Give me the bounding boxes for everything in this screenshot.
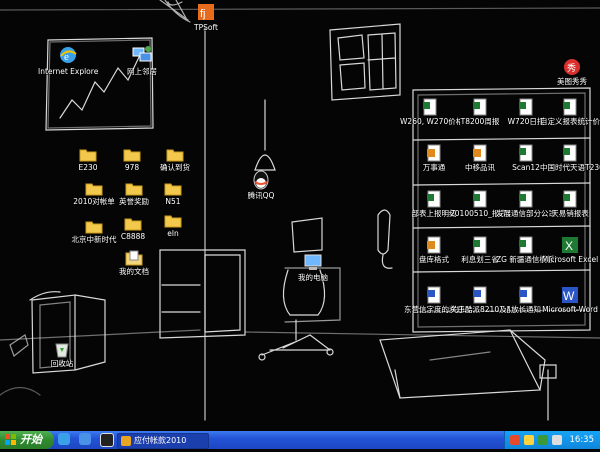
start-label: 开始 <box>20 433 42 446</box>
folder-icon <box>125 183 143 196</box>
icon-label: 确认到货 <box>160 163 190 172</box>
windows-flag-icon <box>5 434 16 445</box>
excel-icon <box>519 236 533 254</box>
icon-label: 我的文档 <box>119 267 149 276</box>
excel-icon <box>519 144 533 162</box>
desktop-icon-folder[interactable]: eln <box>143 214 203 238</box>
tray-app-icon[interactable] <box>524 435 534 445</box>
excel-icon <box>473 98 487 116</box>
folder-icon <box>85 221 103 234</box>
system-tray: 16:35 <box>504 431 600 449</box>
excel-icon <box>519 190 533 208</box>
desktop-icon-excel-app[interactable]: X Microsoft Excel <box>540 236 600 264</box>
desktop: e Internet Explorer 网上邻居 fj TPSoft 秀 美图秀… <box>0 0 600 431</box>
icon-label: 美图秀秀 <box>557 77 587 86</box>
clock: 16:35 <box>569 435 595 445</box>
icon-label: 腾讯QQ <box>247 191 275 200</box>
folder-icon <box>85 183 103 196</box>
icon-label: 网上邻居 <box>127 67 157 76</box>
desktop-icon-meitu[interactable]: 秀 美图秀秀 <box>542 58 600 86</box>
taskbar: 开始 应付帐款2010 16:35 <box>0 431 600 449</box>
svg-text:W: W <box>563 289 575 303</box>
sheet-orange-icon <box>473 144 487 162</box>
excel-icon <box>563 190 577 208</box>
icon-label: Microsoft Excel <box>541 255 599 264</box>
word-icon <box>473 286 487 304</box>
tray-app-icon[interactable] <box>538 435 548 445</box>
icon-label: Internet Explorer <box>38 67 98 76</box>
taskbar-item-window[interactable]: 应付帐款2010 <box>117 433 209 449</box>
tp-app-icon: fj <box>198 4 214 20</box>
word-icon <box>519 286 533 304</box>
excel-app-icon: X <box>562 237 578 253</box>
folder-icon <box>123 149 141 162</box>
svg-text:秀: 秀 <box>567 62 576 74</box>
desktop-icon-tp[interactable]: fj TPSoft <box>176 2 236 32</box>
word-app-icon: W <box>562 287 578 303</box>
desktop-icon-folder[interactable]: N51 <box>143 182 203 206</box>
meitu-icon: 秀 <box>564 59 580 75</box>
icon-label: Microsoft Word <box>542 305 598 314</box>
desktop-icon-mydocs[interactable]: 我的文档 <box>104 250 164 276</box>
svg-text:fj: fj <box>200 8 206 20</box>
quick-launch <box>58 433 118 447</box>
icon-label: TPSoft <box>194 23 218 32</box>
icon-label: 我的电脑 <box>298 273 328 282</box>
excel-icon <box>563 98 577 116</box>
folder-icon <box>164 215 182 228</box>
svg-text:X: X <box>565 239 573 253</box>
folder-icon <box>166 149 184 162</box>
desktop-icon-word-app[interactable]: W Microsoft Word <box>540 286 600 314</box>
icon-label: 回收站 <box>50 359 74 368</box>
folder-icon <box>164 183 182 196</box>
desktop-icon-excel-file[interactable]: 天易销报表 <box>540 190 600 218</box>
sheet-orange-icon <box>427 236 441 254</box>
tray-app-icon[interactable] <box>510 435 520 445</box>
desktop-icon-qq[interactable]: 腾讯QQ <box>231 170 291 200</box>
qq-icon <box>253 170 269 190</box>
start-button[interactable]: 开始 <box>0 431 54 449</box>
sheet-orange-icon <box>427 144 441 162</box>
icon-label: 天易销报表 <box>551 209 589 218</box>
my-computer-icon <box>304 254 322 270</box>
desktop-icon-excel-file[interactable]: 自定义报表统计价格 <box>540 98 600 126</box>
desktop-icon-excel-file[interactable]: 中国时代天语T230汇总信息 <box>540 144 600 172</box>
svg-text:e: e <box>64 51 69 63</box>
icon-label: eln <box>167 229 179 238</box>
recycle-bin-icon <box>55 343 69 358</box>
desktop-icon-recycle[interactable]: 回收站 <box>32 340 92 368</box>
desktop-icon-folder[interactable]: 确认到货 <box>145 148 205 172</box>
excel-icon <box>473 190 487 208</box>
qq-quicklaunch-icon[interactable] <box>100 433 115 447</box>
folder-window-icon <box>121 436 131 446</box>
excel-icon <box>519 98 533 116</box>
excel-icon <box>427 190 441 208</box>
word-icon <box>427 286 441 304</box>
excel-icon <box>563 144 577 162</box>
desktop-icon-mycomputer[interactable]: 我的电脑 <box>283 254 343 282</box>
excel-icon <box>473 236 487 254</box>
volume-icon[interactable] <box>552 435 562 445</box>
icon-label: 自定义报表统计价格 <box>540 117 600 126</box>
excel-icon <box>423 98 437 116</box>
folder-icon <box>79 149 97 162</box>
ie-icon: e <box>60 47 77 63</box>
taskbar-item-label: 应付帐款2010 <box>134 436 187 445</box>
ie-quicklaunch-icon[interactable] <box>58 433 70 445</box>
desktop-icon-network[interactable]: 网上邻居 <box>112 44 172 76</box>
icon-label: N51 <box>165 197 181 206</box>
icon-label: 中国时代天语T230汇总信息 <box>540 163 600 172</box>
my-documents-icon <box>125 250 143 266</box>
desktop-icon-ie[interactable]: e Internet Explorer <box>38 44 98 76</box>
network-places-icon <box>132 46 152 62</box>
folder-icon <box>124 218 142 231</box>
show-desktop-icon[interactable] <box>79 433 92 445</box>
